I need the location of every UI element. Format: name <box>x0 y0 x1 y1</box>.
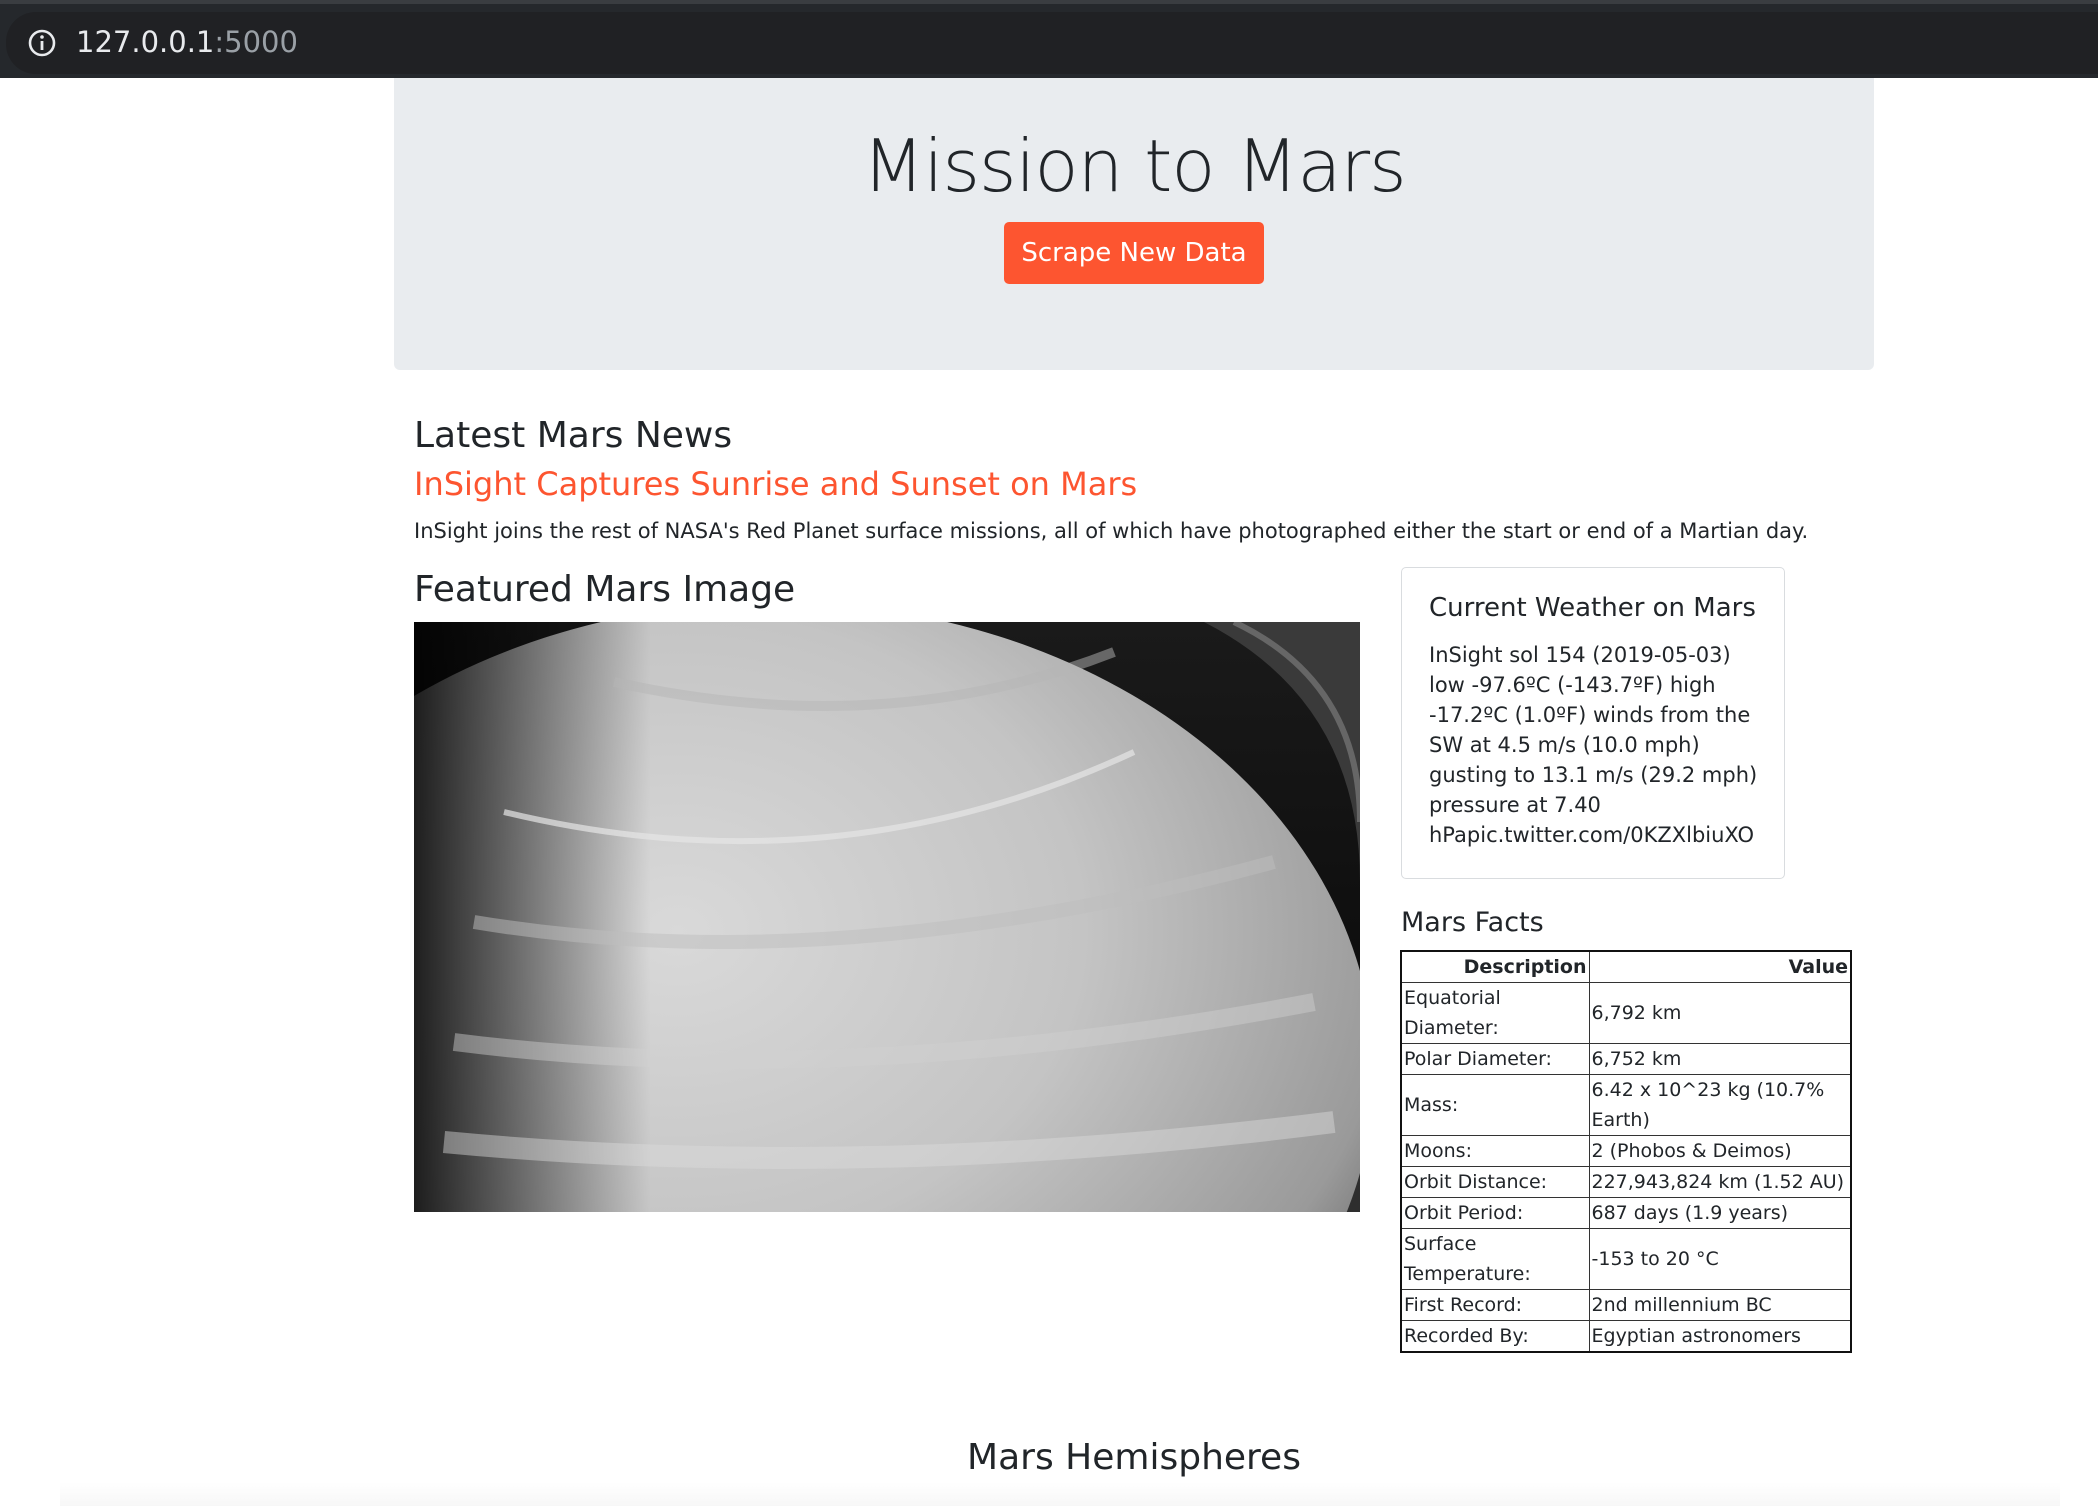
weather-heading: Current Weather on Mars <box>1429 593 1756 623</box>
fact-description: Recorded By: <box>1400 1320 1590 1353</box>
mars-facts-heading: Mars Facts <box>1401 907 1544 938</box>
fact-value: -153 to 20 °C <box>1588 1228 1852 1290</box>
url-host: 127.0.0.1 <box>76 25 215 59</box>
table-row: Mass: 6.42 x 10^23 kg (10.7% Earth) <box>1400 1074 1852 1136</box>
address-bar[interactable]: 127.0.0.1:5000 <box>6 12 2098 74</box>
weather-line: InSight sol 154 (2019-05-03) <box>1429 643 1731 667</box>
featured-image <box>414 622 1360 1212</box>
hemispheres-heading: Mars Hemispheres <box>967 1437 1301 1478</box>
fact-value: 687 days (1.9 years) <box>1588 1197 1852 1229</box>
table-row: Recorded By: Egyptian astronomers <box>1400 1320 1852 1353</box>
latest-news-heading: Latest Mars News <box>414 415 733 456</box>
url-port: :5000 <box>214 25 298 59</box>
column-header-value: Value <box>1588 950 1852 983</box>
fact-value: 227,943,824 km (1.52 AU) <box>1588 1166 1852 1198</box>
column-header-description: Description <box>1400 950 1590 983</box>
jumbotron: Mission to Mars Scrape New Data <box>394 78 1874 370</box>
weather-line: hPapic.twitter.com/0KZXlbiuXO <box>1429 823 1755 847</box>
hemispheres-section-edge <box>60 1482 2060 1506</box>
fact-value: Egyptian astronomers <box>1588 1320 1852 1353</box>
weather-line: SW at 4.5 m/s (10.0 mph) <box>1429 733 1700 757</box>
fact-description: Surface Temperature: <box>1400 1228 1590 1290</box>
fact-description: Equatorial Diameter: <box>1400 982 1590 1044</box>
weather-line: pressure at 7.40 <box>1429 793 1601 817</box>
table-row: Orbit Period: 687 days (1.9 years) <box>1400 1197 1852 1229</box>
table-row: Surface Temperature: -153 to 20 °C <box>1400 1228 1852 1290</box>
table-row: First Record: 2nd millennium BC <box>1400 1289 1852 1321</box>
weather-text: InSight sol 154 (2019-05-03) low -97.6ºC… <box>1429 640 1769 850</box>
page-title: Mission to Mars <box>862 124 1406 208</box>
news-title-link[interactable]: InSight Captures Sunrise and Sunset on M… <box>414 464 1137 504</box>
browser-toolbar: 127.0.0.1:5000 <box>0 4 2098 78</box>
info-icon[interactable] <box>26 27 58 59</box>
weather-line: -17.2ºC (1.0ºF) winds from the <box>1429 703 1751 727</box>
weather-card: Current Weather on Mars InSight sol 154 … <box>1401 567 1785 879</box>
fact-value: 6,752 km <box>1588 1043 1852 1075</box>
fact-value: 6,792 km <box>1588 982 1852 1044</box>
fact-description: Moons: <box>1400 1135 1590 1167</box>
table-header-row: Description Value <box>1400 950 1852 983</box>
url-text[interactable]: 127.0.0.1:5000 <box>76 24 298 60</box>
table-row: Orbit Distance: 227,943,824 km (1.52 AU) <box>1400 1166 1852 1198</box>
scrape-new-data-button[interactable]: Scrape New Data <box>1004 222 1264 284</box>
featured-image-heading: Featured Mars Image <box>414 569 796 610</box>
fact-value: 6.42 x 10^23 kg (10.7% Earth) <box>1588 1074 1852 1136</box>
fact-value: 2 (Phobos & Deimos) <box>1588 1135 1852 1167</box>
news-paragraph: InSight joins the rest of NASA's Red Pla… <box>414 519 1809 543</box>
table-row: Equatorial Diameter: 6,792 km <box>1400 982 1852 1044</box>
weather-line: low -97.6ºC (-143.7ºF) high <box>1429 673 1716 697</box>
fact-description: Mass: <box>1400 1074 1590 1136</box>
fact-description: First Record: <box>1400 1289 1590 1321</box>
fact-value: 2nd millennium BC <box>1588 1289 1852 1321</box>
fact-description: Orbit Period: <box>1400 1197 1590 1229</box>
table-row: Moons: 2 (Phobos & Deimos) <box>1400 1135 1852 1167</box>
table-row: Polar Diameter: 6,752 km <box>1400 1043 1852 1075</box>
weather-line: gusting to 13.1 m/s (29.2 mph) <box>1429 763 1758 787</box>
planet-image <box>414 622 1360 1212</box>
fact-description: Orbit Distance: <box>1400 1166 1590 1198</box>
fact-description: Polar Diameter: <box>1400 1043 1590 1075</box>
mars-facts-table: Description Value Equatorial Diameter: 6,… <box>1400 950 1852 1353</box>
